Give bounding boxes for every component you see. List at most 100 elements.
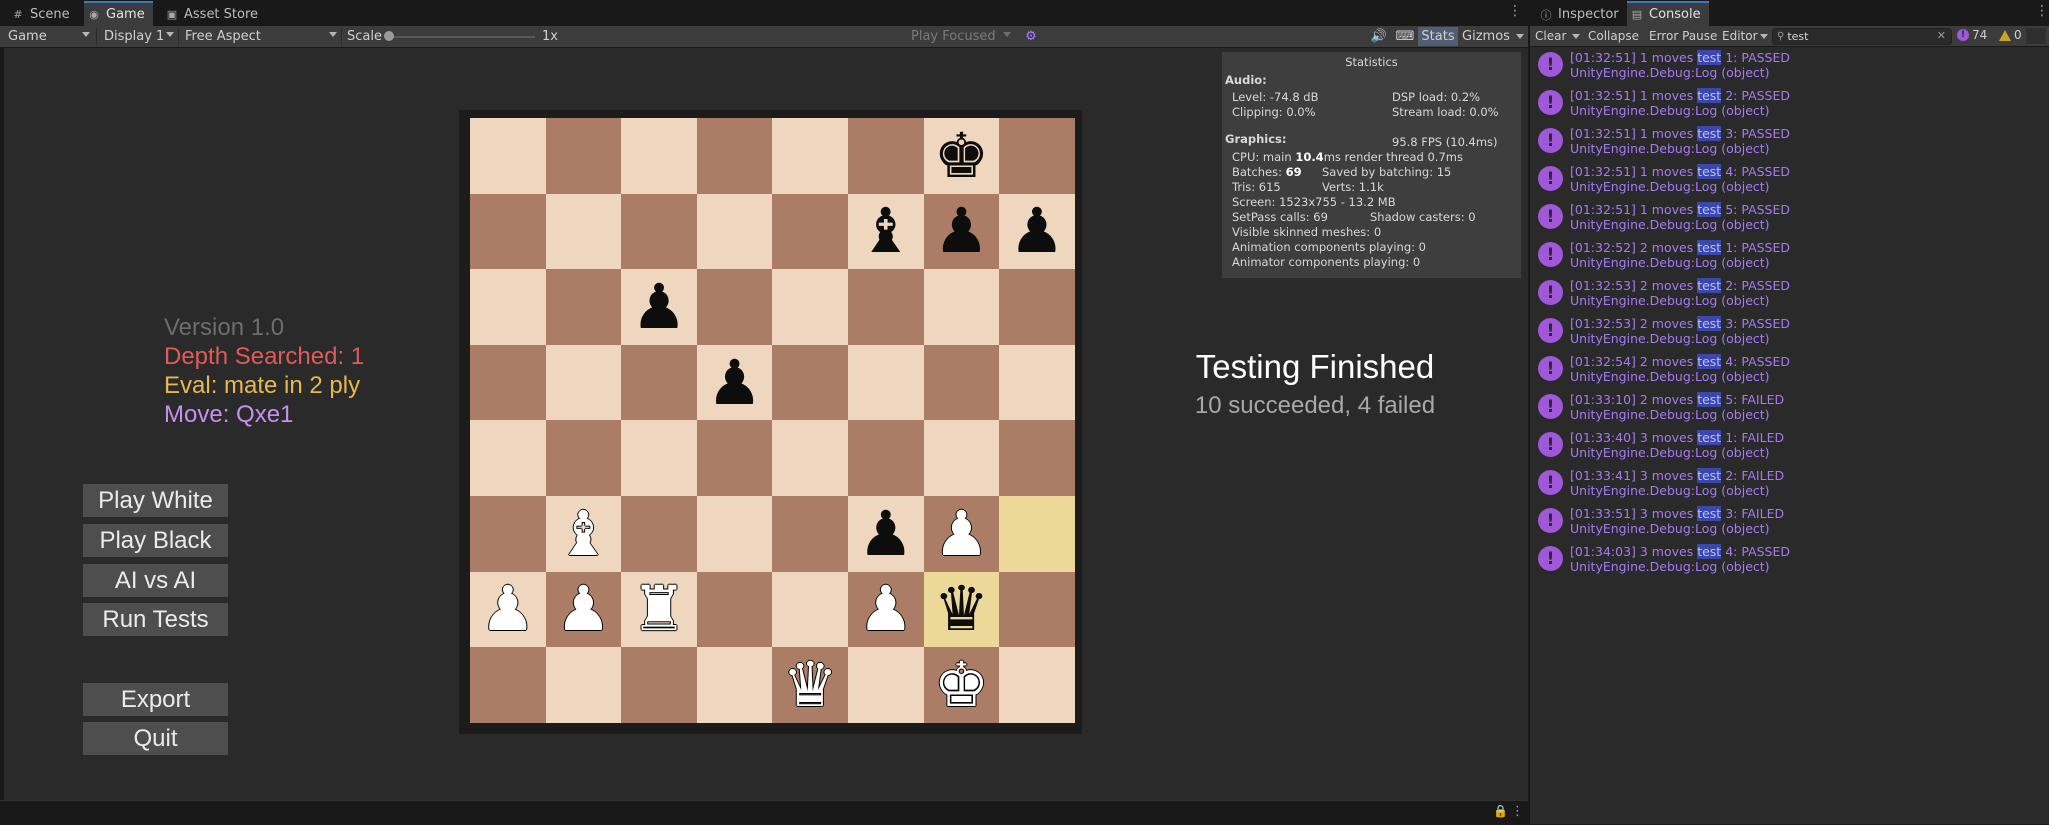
black-pawn-icon[interactable]: ♟: [631, 275, 687, 338]
tab-game[interactable]: ◉ Game: [84, 1, 153, 26]
export-button[interactable]: Export: [83, 683, 228, 716]
black-pawn-icon[interactable]: ♟: [934, 200, 990, 262]
log-entry[interactable]: ! [01:32:51] 1 moves test 3: PASSED Unit…: [1530, 122, 2049, 160]
log-entry[interactable]: ! [01:32:51] 1 moves test 1: PASSED Unit…: [1530, 46, 2049, 84]
stats-button[interactable]: Stats: [1418, 27, 1458, 46]
board-square[interactable]: [545, 420, 622, 496]
board-square[interactable]: [621, 495, 697, 572]
console-more-options-icon[interactable]: ⋮: [2035, 3, 2049, 19]
board-square[interactable]: [772, 420, 848, 496]
bug-icon[interactable]: ⚙: [1021, 27, 1041, 46]
board-square[interactable]: [999, 647, 1075, 723]
board-square[interactable]: [772, 571, 848, 648]
white-pawn-icon[interactable]: ♟: [556, 578, 612, 640]
board-square[interactable]: [999, 571, 1075, 648]
board-square[interactable]: ♝: [545, 495, 622, 572]
board-square[interactable]: ♟: [923, 495, 1000, 572]
board-square[interactable]: ♟: [470, 571, 546, 648]
log-entry[interactable]: ! [01:32:51] 1 moves test 4: PASSED Unit…: [1530, 160, 2049, 198]
log-entry[interactable]: ! [01:32:54] 2 moves test 4: PASSED Unit…: [1530, 350, 2049, 388]
board-square[interactable]: [545, 118, 622, 194]
board-square[interactable]: [847, 344, 924, 421]
board-square[interactable]: [772, 344, 848, 421]
white-pawn-icon[interactable]: ♟: [934, 502, 990, 565]
black-queen-icon[interactable]: ♛: [934, 578, 990, 640]
collapse-toggle[interactable]: Collapse: [1588, 29, 1639, 43]
aspect-select[interactable]: Free Aspect: [185, 26, 341, 47]
tab-asset-store[interactable]: ▣ Asset Store: [162, 3, 266, 26]
board-square[interactable]: [772, 495, 848, 572]
board-square[interactable]: [696, 495, 773, 572]
board-square[interactable]: [772, 193, 848, 270]
board-square[interactable]: ♚: [923, 118, 1000, 194]
board-square[interactable]: [999, 495, 1075, 572]
white-rook-icon[interactable]: ♜: [631, 578, 687, 640]
board-square[interactable]: [470, 269, 546, 345]
log-entry[interactable]: ! [01:32:51] 1 moves test 2: PASSED Unit…: [1530, 84, 2049, 122]
board-square[interactable]: [696, 571, 773, 648]
lock-icon[interactable]: 🔒: [1493, 804, 1508, 818]
chess-board[interactable]: ♚ ♝ ♟ ♟ ♟ ♟ ♝ ♟ ♟ ♟ ♟ ♜ ♟ ♛ ♛ ♚: [470, 118, 1075, 723]
board-square[interactable]: [847, 420, 924, 496]
black-king-icon[interactable]: ♚: [934, 124, 990, 187]
board-square[interactable]: [621, 118, 697, 194]
keyboard-icon[interactable]: ⌨: [1395, 27, 1415, 46]
board-square[interactable]: [470, 344, 546, 421]
error-pause-toggle[interactable]: Error Pause: [1649, 29, 1717, 43]
board-square[interactable]: ♛: [923, 571, 1000, 648]
board-square[interactable]: ♜: [621, 571, 697, 648]
board-square[interactable]: ♟: [696, 344, 773, 421]
tab-console[interactable]: ▤ Console: [1627, 1, 1709, 26]
log-entry[interactable]: ! [01:33:41] 3 moves test 2: FAILED Unit…: [1530, 464, 2049, 502]
white-pawn-icon[interactable]: ♟: [480, 578, 536, 640]
board-square[interactable]: [696, 647, 773, 723]
board-square[interactable]: ♟: [847, 495, 924, 572]
scale-slider-track[interactable]: [390, 36, 535, 38]
black-bishop-icon[interactable]: ♝: [858, 200, 914, 262]
board-square[interactable]: [999, 269, 1075, 345]
console-overflow-toggle[interactable]: [2026, 28, 2046, 44]
board-square[interactable]: [621, 193, 697, 270]
clear-search-icon[interactable]: ✕: [1937, 29, 1946, 42]
board-square[interactable]: ♟: [621, 269, 697, 345]
log-entry[interactable]: ! [01:32:53] 2 moves test 2: PASSED Unit…: [1530, 274, 2049, 312]
more-options-icon[interactable]: ⋮: [1508, 3, 1522, 19]
black-pawn-icon[interactable]: ♟: [1009, 200, 1065, 262]
tab-scene[interactable]: # Scene: [8, 3, 78, 26]
board-square[interactable]: ♟: [847, 571, 924, 648]
log-entry[interactable]: ! [01:32:51] 1 moves test 5: PASSED Unit…: [1530, 198, 2049, 236]
board-square[interactable]: [470, 647, 546, 723]
board-square[interactable]: [545, 193, 622, 270]
black-pawn-icon[interactable]: ♟: [707, 351, 763, 414]
gizmos-button[interactable]: Gizmos: [1462, 27, 1524, 46]
board-square[interactable]: [470, 420, 546, 496]
board-square[interactable]: ♝: [847, 193, 924, 270]
board-square[interactable]: [470, 118, 546, 194]
board-square[interactable]: [696, 193, 773, 270]
board-square[interactable]: [923, 269, 1000, 345]
board-square[interactable]: ♟: [545, 571, 622, 648]
board-square[interactable]: ♟: [999, 193, 1075, 270]
white-king-icon[interactable]: ♚: [934, 653, 990, 716]
status-more-options-icon[interactable]: ⋮: [1511, 804, 1524, 819]
board-square[interactable]: [923, 344, 1000, 421]
board-square[interactable]: [621, 647, 697, 723]
clear-button[interactable]: Clear: [1535, 29, 1566, 43]
log-entry[interactable]: ! [01:33:51] 3 moves test 3: FAILED Unit…: [1530, 502, 2049, 540]
board-square[interactable]: [999, 118, 1075, 194]
board-square[interactable]: [923, 420, 1000, 496]
board-square[interactable]: [696, 118, 773, 194]
display-select[interactable]: Display 1: [104, 26, 178, 47]
board-square[interactable]: [999, 344, 1075, 421]
board-square[interactable]: [847, 118, 924, 194]
tab-inspector[interactable]: ⓘ Inspector: [1536, 3, 1627, 26]
white-bishop-icon[interactable]: ♝: [556, 502, 612, 565]
board-square[interactable]: [772, 269, 848, 345]
view-select[interactable]: Game: [8, 26, 92, 47]
board-square[interactable]: ♟: [923, 193, 1000, 270]
board-square[interactable]: ♚: [923, 647, 1000, 723]
board-square[interactable]: [545, 647, 622, 723]
board-square[interactable]: [847, 647, 924, 723]
clear-options-chevron-icon[interactable]: [1572, 34, 1580, 39]
log-entry[interactable]: ! [01:33:10] 2 moves test 5: FAILED Unit…: [1530, 388, 2049, 426]
